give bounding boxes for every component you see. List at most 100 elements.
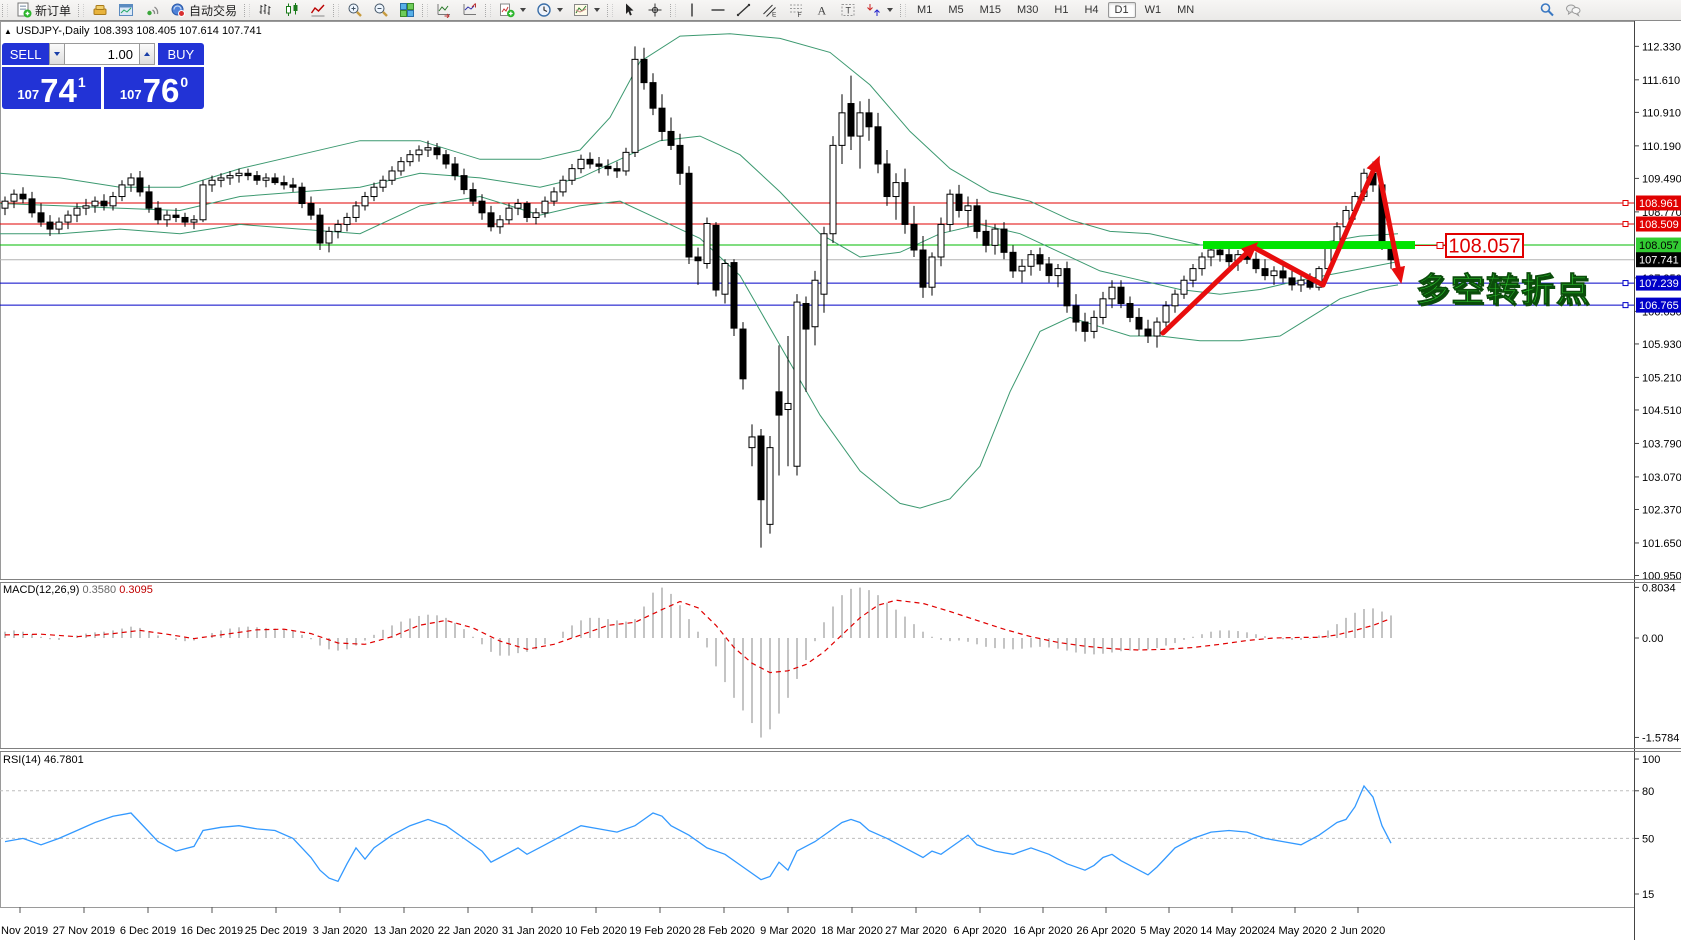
svg-text:107.741: 107.741 [1639,255,1679,267]
volume-input[interactable] [65,43,139,65]
volume-increase-button[interactable] [139,43,155,65]
auto-scroll-button[interactable] [432,0,456,20]
timeframe-mn-button[interactable]: MN [1170,2,1201,18]
templates-icon [573,2,589,18]
symbol-name: USDJPY-,Daily [16,25,90,37]
dropdown-arrow-icon[interactable] [557,8,563,12]
crosshair-icon [647,2,663,18]
svg-text:19 Feb 2020: 19 Feb 2020 [629,925,691,937]
periods-button[interactable] [532,0,567,20]
crosshair-button[interactable] [643,0,667,20]
toolbar-grip [485,4,491,17]
dropdown-arrow-icon[interactable] [887,8,893,12]
trendline-button[interactable] [732,0,756,20]
candlestick-button[interactable] [280,0,304,20]
svg-text:9 Mar 2020: 9 Mar 2020 [760,925,816,937]
zoom-out-button[interactable] [369,0,393,20]
arrows-button[interactable] [862,0,897,20]
timeframe-h1-button[interactable]: H1 [1047,2,1075,18]
svg-text:102.370: 102.370 [1642,504,1681,516]
triangle-down-icon [54,52,60,56]
channel-button[interactable]: E [758,0,782,20]
cursor-button[interactable] [617,0,641,20]
dropdown-arrow-icon[interactable] [594,8,600,12]
svg-text:31 Jan 2020: 31 Jan 2020 [502,925,563,937]
chart-title: ▲USDJPY-,Daily108.393 108.405 107.614 10… [4,25,266,37]
svg-text:25 Dec 2019: 25 Dec 2019 [245,925,307,937]
autotrade-icon [170,2,186,18]
vline-button[interactable] [680,0,704,20]
chart-shift-button[interactable] [458,0,482,20]
svg-text:105.930: 105.930 [1642,339,1681,351]
label-button[interactable]: T [836,0,860,20]
buy-price-button[interactable]: 107760 [104,67,204,109]
buy-button[interactable]: BUY [158,43,204,65]
timeframe-h4-button[interactable]: H4 [1077,2,1105,18]
volume-decrease-button[interactable] [49,43,65,65]
chart-shift-icon [462,2,478,18]
fibonacci-button[interactable]: F [784,0,808,20]
svg-text:101.650: 101.650 [1642,538,1681,550]
hline-icon [710,2,726,18]
rsi-name: RSI(14) [3,754,41,766]
svg-text:80: 80 [1642,786,1654,798]
toolbar-grip [900,4,906,17]
dropdown-arrow-icon[interactable] [520,8,526,12]
svg-text:3 Jan 2020: 3 Jan 2020 [313,925,367,937]
sell-price-button[interactable]: 107741 [2,67,101,109]
sell-button[interactable]: SELL [2,43,49,65]
timeframe-m15-button[interactable]: M15 [973,2,1008,18]
hline-button[interactable] [706,0,730,20]
new-order-button[interactable]: 新订单 [12,0,75,20]
symbol-collapse-icon[interactable]: ▲ [4,27,12,36]
timeframe-m5-button[interactable]: M5 [941,2,970,18]
svg-text:112.330: 112.330 [1642,41,1681,53]
signal-button[interactable] [140,0,164,20]
time-axis[interactable]: 8 Nov 201927 Nov 20196 Dec 201916 Dec 20… [0,907,1634,937]
macd-main-value: 0.3580 [82,584,116,596]
svg-text:27 Mar 2020: 27 Mar 2020 [885,925,947,937]
text-icon: A [814,2,830,18]
autotrade-button[interactable]: 自动交易 [166,0,241,20]
zoom-in-button[interactable] [343,0,367,20]
svg-text:111.610: 111.610 [1642,75,1680,87]
svg-text:104.510: 104.510 [1642,405,1681,417]
line-chart-button[interactable] [306,0,330,20]
text-button[interactable]: A [810,0,834,20]
timeframe-m30-button[interactable]: M30 [1010,2,1045,18]
svg-text:8 Nov 2019: 8 Nov 2019 [0,925,48,937]
svg-text:100.950: 100.950 [1642,571,1681,583]
chat-button[interactable] [1561,0,1585,20]
timeframe-m1-button[interactable]: M1 [910,2,939,18]
gold-icon [92,2,108,18]
svg-text:105.210: 105.210 [1642,372,1681,384]
periods-icon [536,2,552,18]
templates-button[interactable] [569,0,604,20]
gold-button[interactable] [88,0,112,20]
cursor-icon [621,2,637,18]
rsi-indicator-label: RSI(14) 46.7801 [3,754,84,766]
svg-text:109.490: 109.490 [1642,173,1681,185]
price-axis[interactable]: 112.330111.610110.910110.190109.490108.7… [1634,21,1681,940]
tile-windows-icon [399,2,415,18]
label-icon: T [840,2,856,18]
toolbar-grip [607,4,613,17]
svg-text:110.190: 110.190 [1642,141,1681,153]
bar-chart-button[interactable] [254,0,278,20]
sell-price-big: 74 [40,76,77,106]
svg-text:107.239: 107.239 [1639,278,1679,290]
svg-text:15: 15 [1642,889,1654,901]
new-order-icon [16,2,32,18]
timeframe-d1-button[interactable]: D1 [1108,2,1136,18]
fibonacci-icon: F [788,2,804,18]
svg-text:T: T [846,6,852,16]
market-window-button[interactable] [114,0,138,20]
timeframe-w1-button[interactable]: W1 [1138,2,1169,18]
search-button[interactable] [1535,0,1559,20]
tile-windows-button[interactable] [395,0,419,20]
svg-text:50: 50 [1642,833,1654,845]
indicators-button[interactable] [495,0,530,20]
svg-text:108.509: 108.509 [1639,219,1679,231]
chart-area[interactable]: 108.057多空转折点多空转折点112.330111.610110.91011… [0,0,1681,946]
rsi-value: 46.7801 [44,754,84,766]
